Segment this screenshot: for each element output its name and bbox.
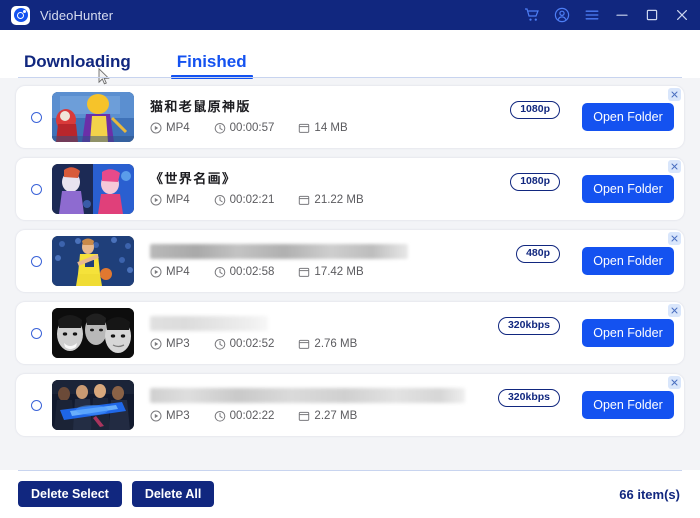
item-info: MP4 00:02:58 17.42 MB	[134, 243, 516, 279]
quality-badge: 320kbps	[497, 389, 560, 407]
open-folder-button[interactable]: Open Folder	[582, 175, 674, 203]
format-meta: MP3	[150, 338, 190, 351]
size-label: 14 MB	[314, 121, 348, 134]
item-meta: MP4 00:00:57 14 MB	[150, 122, 510, 135]
duration-label: 00:02:58	[229, 265, 275, 278]
duration-label: 00:02:52	[229, 337, 275, 350]
item-title-redacted	[150, 387, 465, 403]
video-thumbnail	[52, 236, 134, 286]
quality-badge: 1080p	[510, 101, 560, 119]
maximize-icon[interactable]	[644, 7, 660, 23]
close-icon[interactable]	[674, 7, 690, 23]
remove-item-close-icon[interactable]	[668, 88, 681, 101]
format-meta: MP4	[150, 266, 190, 279]
item-meta: MP4 00:02:21 21.22 MB	[150, 194, 510, 207]
list-item[interactable]: 猫和老鼠原神版 MP4 00:00:57 14 MB 1080p Open Fo…	[16, 86, 684, 148]
row-select-circle[interactable]	[31, 111, 42, 123]
size-label: 17.42 MB	[314, 265, 364, 278]
size-meta: 2.27 MB	[298, 410, 357, 423]
duration-meta: 00:02:21	[214, 193, 275, 207]
remove-item-close-icon[interactable]	[668, 160, 681, 173]
item-count-label: 66 item(s)	[619, 486, 680, 502]
remove-item-close-icon[interactable]	[668, 232, 681, 245]
item-title-redacted	[150, 243, 408, 259]
item-meta: MP3 00:02:22 2.27 MB	[150, 410, 498, 423]
item-title-redacted	[150, 315, 268, 331]
list-item[interactable]: 《世界名画》 MP4 00:02:21 21.22 MB 1080p Open …	[16, 158, 684, 220]
remove-item-close-icon[interactable]	[668, 376, 681, 389]
row-select-circle[interactable]	[31, 183, 42, 195]
open-folder-button[interactable]: Open Folder	[582, 391, 674, 419]
duration-meta: 00:02:58	[214, 265, 275, 279]
size-label: 21.22 MB	[314, 193, 364, 206]
format-label: MP4	[166, 193, 190, 206]
application-window: VideoHunter Downloading Finished 猫和老鼠原神版…	[0, 0, 700, 518]
size-meta: 2.76 MB	[298, 338, 357, 351]
tab-bar: Downloading Finished	[0, 30, 700, 85]
item-title: 《世界名画》	[150, 171, 237, 186]
size-meta: 14 MB	[298, 121, 348, 135]
cart-icon[interactable]	[524, 7, 540, 23]
row-select-circle[interactable]	[31, 327, 42, 339]
open-folder-button[interactable]: Open Folder	[582, 103, 674, 131]
list-item[interactable]: MP4 00:02:58 17.42 MB 480p Open Folder	[16, 230, 684, 292]
size-meta: 21.22 MB	[298, 193, 364, 207]
size-label: 2.27 MB	[314, 409, 358, 422]
duration-meta: 00:02:22	[214, 409, 275, 423]
size-meta: 17.42 MB	[298, 265, 364, 279]
footer-bar: Delete Select Delete All 66 item(s)	[0, 470, 700, 518]
format-label: MP4	[166, 265, 190, 278]
list-item[interactable]: MP3 00:02:22 2.27 MB 320kbps Open Folder	[16, 374, 684, 436]
video-thumbnail	[52, 380, 134, 430]
format-label: MP4	[166, 121, 190, 134]
size-label: 2.76 MB	[314, 337, 358, 350]
open-folder-button[interactable]: Open Folder	[582, 247, 674, 275]
item-info: 《世界名画》 MP4 00:02:21 21.22 MB	[134, 172, 510, 207]
item-info: 猫和老鼠原神版 MP4 00:00:57 14 MB	[134, 100, 510, 135]
account-icon[interactable]	[554, 7, 570, 23]
quality-badge: 480p	[516, 245, 560, 263]
titlebar-controls	[524, 7, 690, 23]
format-label: MP3	[166, 337, 190, 350]
format-meta: MP4	[150, 122, 190, 135]
item-info: MP3 00:02:52 2.76 MB	[134, 315, 498, 351]
duration-label: 00:02:21	[229, 193, 275, 206]
quality-badge: 1080p	[510, 173, 560, 191]
remove-item-close-icon[interactable]	[668, 304, 681, 317]
duration-meta: 00:02:52	[214, 337, 275, 351]
minimize-icon[interactable]	[614, 7, 630, 23]
duration-meta: 00:00:57	[214, 121, 275, 135]
format-meta: MP4	[150, 194, 190, 207]
title-bar: VideoHunter	[0, 0, 700, 30]
duration-label: 00:00:57	[229, 121, 275, 134]
video-thumbnail	[52, 92, 134, 142]
row-select-circle[interactable]	[31, 399, 42, 411]
delete-all-button[interactable]: Delete All	[131, 481, 215, 507]
download-list: 猫和老鼠原神版 MP4 00:00:57 14 MB 1080p Open Fo…	[0, 78, 700, 470]
list-item[interactable]: MP3 00:02:52 2.76 MB 320kbps Open Folder	[16, 302, 684, 364]
quality-badge: 320kbps	[497, 317, 560, 335]
tab-finished[interactable]: Finished	[170, 53, 253, 79]
row-select-circle[interactable]	[31, 255, 42, 267]
duration-label: 00:02:22	[229, 409, 275, 422]
item-info: MP3 00:02:22 2.27 MB	[134, 387, 498, 423]
delete-select-button[interactable]: Delete Select	[18, 481, 122, 507]
video-thumbnail	[52, 308, 134, 358]
format-meta: MP3	[150, 410, 190, 423]
tab-downloading[interactable]: Downloading	[20, 53, 135, 78]
format-label: MP3	[166, 409, 190, 422]
open-folder-button[interactable]: Open Folder	[582, 319, 674, 347]
item-meta: MP3 00:02:52 2.76 MB	[150, 338, 498, 351]
video-thumbnail	[52, 164, 134, 214]
videohunter-logo-icon	[11, 5, 30, 25]
menu-icon[interactable]	[584, 7, 600, 23]
item-title: 猫和老鼠原神版	[150, 99, 251, 114]
app-title: VideoHunter	[40, 7, 114, 23]
item-meta: MP4 00:02:58 17.42 MB	[150, 266, 516, 279]
